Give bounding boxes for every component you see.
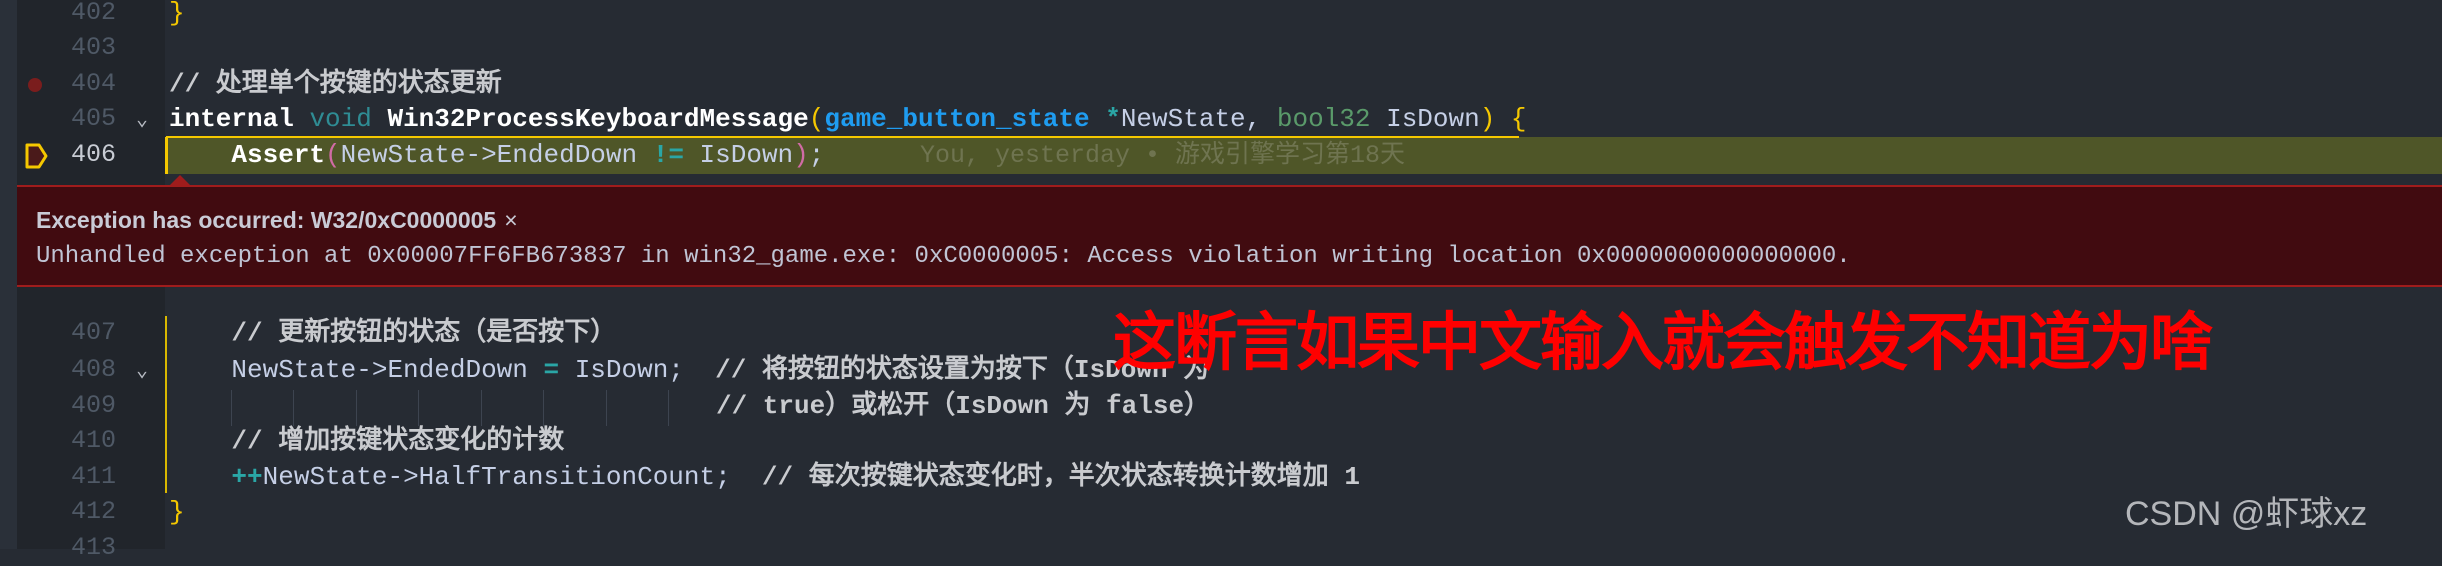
paren: ( — [808, 104, 825, 134]
scope-guide — [165, 316, 167, 493]
code-line-411[interactable]: ++NewState->HalfTransitionCount; // 每次按键… — [169, 459, 1360, 495]
line-number: 407 — [70, 318, 116, 347]
code: NewState->EndedDown — [231, 355, 544, 385]
comment: // 增加按键状态变化的计数 — [231, 426, 565, 456]
comment: // 更新按钮的状态（是否按下） — [231, 318, 617, 348]
line-number: 408 — [70, 355, 116, 384]
code-line-406[interactable]: Assert(NewState->EndedDown != IsDown); — [169, 137, 824, 173]
indent-guide — [356, 390, 357, 426]
fold-chevron-icon[interactable]: ⌄ — [136, 106, 148, 132]
code-line-409[interactable]: // true）或松开（IsDown 为 false） — [716, 388, 1210, 424]
indent-guide — [418, 390, 419, 426]
code-line-402[interactable]: } — [169, 0, 185, 31]
brace: } — [169, 497, 185, 527]
code-line-412[interactable]: } — [169, 494, 185, 530]
paren: ) — [793, 140, 809, 170]
param: IsDown — [1370, 104, 1480, 134]
line-number: 411 — [70, 462, 116, 491]
keyword: internal — [169, 104, 294, 134]
line-number: 413 — [70, 533, 116, 562]
annotation-text: 这断言如果中文输入就会触发不知道为啥 — [1113, 306, 2213, 379]
operator: ++ — [231, 462, 263, 492]
indent-guide — [543, 390, 544, 426]
code: NewState->HalfTransitionCount; — [262, 462, 762, 492]
expr: NewState->EndedDown — [340, 140, 653, 170]
semicolon: ; — [808, 140, 825, 170]
operator: = — [543, 355, 560, 385]
fold-chevron-icon[interactable]: ⌄ — [136, 357, 148, 383]
code-line-404[interactable]: // 处理单个按键的状态更新 — [169, 66, 502, 102]
param: NewState, — [1120, 104, 1277, 134]
code-line-407[interactable]: // 更新按钮的状态（是否按下） — [169, 315, 616, 351]
keyword: void — [309, 104, 372, 134]
comment: // 处理单个按键的状态更新 — [169, 69, 502, 99]
exception-widget: Exception has occurred: W32/0xC0000005 × … — [17, 185, 2442, 287]
line-number: 406 — [70, 140, 116, 169]
git-blame-annotation: You, yesterday • 游戏引擎学习第18天 — [920, 141, 1406, 170]
indent-guide — [293, 390, 294, 426]
close-icon[interactable]: × — [504, 207, 517, 233]
type-name: bool32 — [1276, 104, 1371, 134]
comment: // 每次按键状态变化时，半次状态转换计数增加 1 — [761, 462, 1360, 492]
code-line-410[interactable]: // 增加按键状态变化的计数 — [169, 423, 564, 459]
brace: { — [1495, 104, 1527, 134]
expr: IsDown — [683, 140, 794, 170]
line-number: 412 — [70, 497, 116, 526]
code: IsDown; — [559, 355, 716, 385]
brace: } — [169, 0, 185, 28]
indent-guide — [481, 390, 482, 426]
activity-strip — [0, 0, 17, 549]
watermark: CSDN @虾球xz — [2125, 495, 2368, 533]
line-number: 405 — [70, 104, 116, 133]
line-number: 410 — [70, 426, 116, 455]
indent-guide — [606, 390, 607, 426]
operator: * — [1089, 104, 1121, 134]
operator: != — [652, 140, 684, 170]
paren: ) — [1479, 104, 1496, 134]
exception-message: Unhandled exception at 0x00007FF6FB67383… — [36, 243, 1851, 270]
breakpoint-icon[interactable] — [28, 78, 42, 92]
code-line-405[interactable]: internal void Win32ProcessKeyboardMessag… — [169, 101, 1527, 137]
comment: // true）或松开（IsDown 为 false） — [716, 391, 1211, 421]
paren: ( — [325, 140, 341, 170]
indent-guide — [668, 390, 669, 426]
line-number: 402 — [70, 0, 116, 27]
type-name: game_button_state — [824, 104, 1090, 134]
line-number: 404 — [70, 69, 116, 98]
line-number: 403 — [70, 33, 116, 62]
exception-title-text: Exception has occurred: W32/0xC0000005 — [36, 207, 497, 233]
function-name: Win32ProcessKeyboardMessage — [387, 104, 809, 134]
line-number: 409 — [70, 391, 116, 420]
exception-title: Exception has occurred: W32/0xC0000005 × — [36, 207, 518, 234]
code-line-408[interactable]: NewState->EndedDown = IsDown; // 将按钮的状态设… — [169, 352, 1209, 388]
function-name: Assert — [231, 140, 326, 170]
debug-current-line-icon — [25, 143, 48, 169]
indent-guide — [231, 390, 232, 426]
